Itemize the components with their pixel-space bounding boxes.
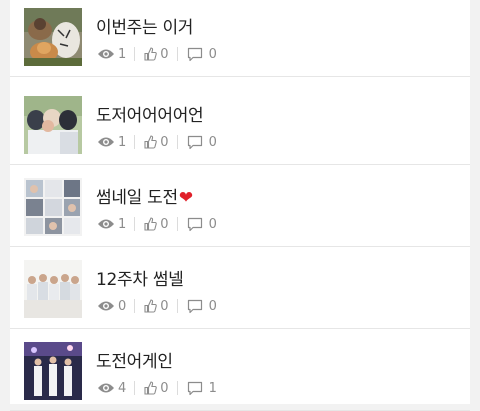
thumbs-up-icon[interactable] <box>144 381 158 395</box>
divider <box>176 135 178 149</box>
eye-icon <box>97 218 115 230</box>
eye-icon <box>97 382 115 394</box>
post-thumbnail[interactable] <box>24 96 82 154</box>
comment-count[interactable]: 0 <box>187 47 217 62</box>
divider <box>176 381 178 395</box>
comment-bubble-icon[interactable] <box>187 47 203 62</box>
post-list: 이번주는 이거 1 0 0 도저어어어어언 1 0 0 썸네일 도전❤ 1 0 … <box>10 0 470 411</box>
view-count: 0 <box>97 299 126 314</box>
divider <box>134 299 136 313</box>
post-title[interactable]: 썸네일 도전❤ <box>96 183 193 208</box>
like-count[interactable]: 0 <box>144 381 169 396</box>
divider <box>134 135 136 149</box>
post-stats: 0 0 0 <box>97 297 217 315</box>
list-item[interactable]: 도저어어어어언 1 0 0 <box>10 82 470 165</box>
heart-emoji: ❤ <box>178 188 193 208</box>
list-item[interactable]: 도전어게인 4 0 1 <box>10 328 470 411</box>
view-count: 1 <box>97 47 126 62</box>
divider <box>134 217 136 231</box>
comment-count[interactable]: 0 <box>187 217 217 232</box>
list-item[interactable]: 이번주는 이거 1 0 0 <box>10 0 470 77</box>
like-count[interactable]: 0 <box>144 135 169 150</box>
post-title[interactable]: 이번주는 이거 <box>96 13 194 38</box>
post-stats: 1 0 0 <box>97 215 217 233</box>
comment-count[interactable]: 1 <box>187 381 217 396</box>
like-count[interactable]: 0 <box>144 47 169 62</box>
divider <box>134 47 136 61</box>
comment-bubble-icon[interactable] <box>187 217 203 232</box>
list-item[interactable]: 썸네일 도전❤ 1 0 0 <box>10 164 470 247</box>
like-count[interactable]: 0 <box>144 217 169 232</box>
list-item[interactable]: 12주차 썸넬 0 0 0 <box>10 246 470 329</box>
thumbs-up-icon[interactable] <box>144 47 158 61</box>
post-stats: 1 0 0 <box>97 133 217 151</box>
post-title[interactable]: 도전어게인 <box>96 347 174 372</box>
post-stats: 4 0 1 <box>97 379 217 397</box>
like-count[interactable]: 0 <box>144 299 169 314</box>
comment-count[interactable]: 0 <box>187 299 217 314</box>
post-thumbnail[interactable] <box>24 342 82 400</box>
view-count: 4 <box>97 381 126 396</box>
post-thumbnail[interactable] <box>24 178 82 236</box>
eye-icon <box>97 300 115 312</box>
comment-bubble-icon[interactable] <box>187 381 203 396</box>
post-thumbnail[interactable] <box>24 8 82 66</box>
divider <box>134 381 136 395</box>
view-count: 1 <box>97 217 126 232</box>
divider <box>176 299 178 313</box>
view-count: 1 <box>97 135 126 150</box>
divider <box>176 217 178 231</box>
post-title[interactable]: 도저어어어어언 <box>96 101 204 126</box>
eye-icon <box>97 136 115 148</box>
post-title[interactable]: 12주차 썸넬 <box>96 265 185 290</box>
thumbs-up-icon[interactable] <box>144 217 158 231</box>
post-thumbnail[interactable] <box>24 260 82 318</box>
thumbs-up-icon[interactable] <box>144 135 158 149</box>
thumbs-up-icon[interactable] <box>144 299 158 313</box>
post-stats: 1 0 0 <box>97 45 217 63</box>
divider <box>176 47 178 61</box>
comment-bubble-icon[interactable] <box>187 135 203 150</box>
comment-count[interactable]: 0 <box>187 135 217 150</box>
comment-bubble-icon[interactable] <box>187 299 203 314</box>
eye-icon <box>97 48 115 60</box>
